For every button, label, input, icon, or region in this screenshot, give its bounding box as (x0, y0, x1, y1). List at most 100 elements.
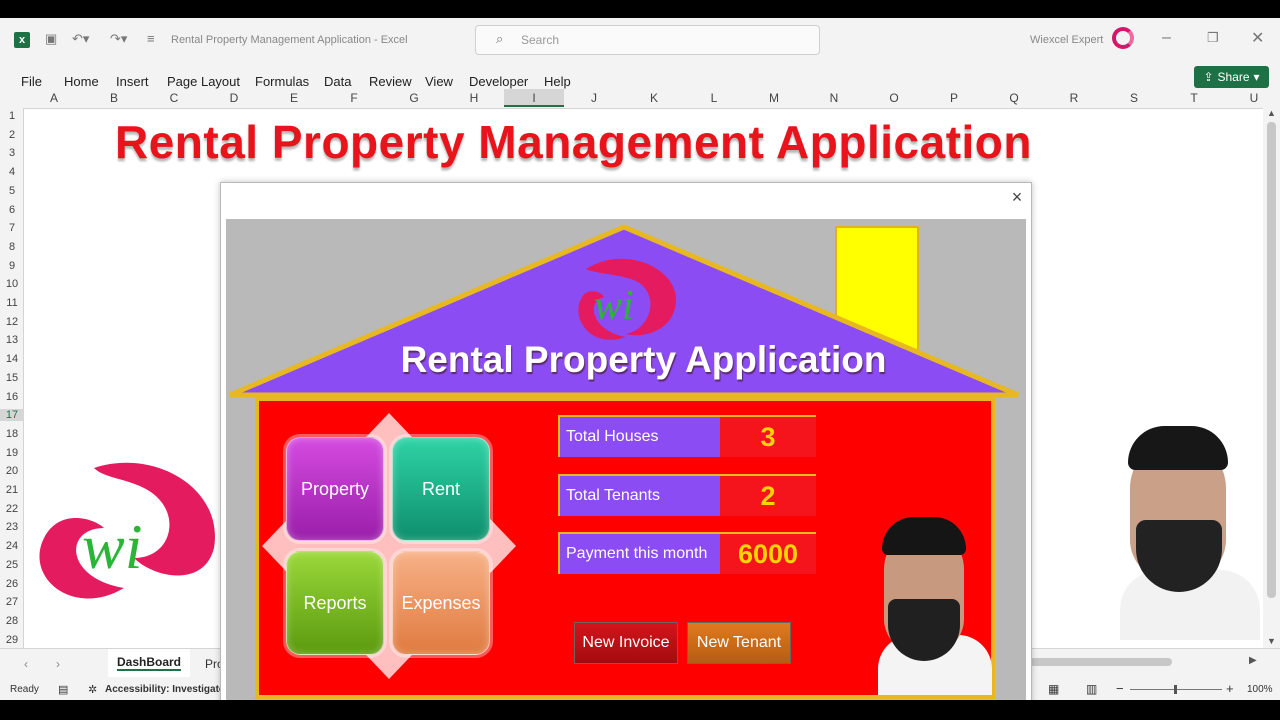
row-header[interactable]: 18 (0, 428, 24, 440)
rent-button[interactable]: Rent (392, 437, 490, 541)
column-header[interactable]: F (324, 91, 384, 105)
column-header[interactable]: H (444, 91, 504, 105)
column-header[interactable]: I (504, 89, 564, 107)
row-header[interactable]: 19 (0, 447, 24, 459)
row-header[interactable]: 26 (0, 578, 24, 590)
reports-button[interactable]: Reports (286, 551, 384, 655)
column-header[interactable]: P (924, 91, 984, 105)
expenses-button[interactable]: Expenses (392, 551, 490, 655)
tab-insert[interactable]: Insert (116, 74, 149, 89)
row-header[interactable]: 17 (0, 409, 24, 422)
prev-sheet-icon[interactable]: ‹ (24, 657, 28, 671)
next-sheet-icon[interactable]: › (56, 657, 60, 671)
column-header[interactable]: J (564, 91, 624, 105)
tab-review[interactable]: Review (369, 74, 412, 89)
tab-page-layout[interactable]: Page Layout (167, 74, 240, 89)
avatar[interactable] (1112, 27, 1134, 49)
row-header[interactable]: 8 (0, 241, 24, 253)
dialog-body: wi Rental Property Application Property … (226, 219, 1026, 700)
scroll-right-icon[interactable]: ▶ (1249, 655, 1257, 666)
row-header[interactable]: 2 (0, 129, 24, 141)
accessibility-icon: ✲ (88, 684, 98, 696)
row-header[interactable]: 16 (0, 391, 24, 403)
row-header[interactable]: 25 (0, 559, 24, 571)
restore-icon[interactable]: ❐ (1207, 30, 1219, 46)
share-icon: ⇪ (1203, 70, 1214, 84)
row-header[interactable]: 4 (0, 166, 24, 178)
tab-home[interactable]: Home (64, 74, 99, 89)
tab-file[interactable]: File (21, 74, 42, 89)
row-header[interactable]: 23 (0, 521, 24, 533)
column-header[interactable]: U (1224, 91, 1280, 105)
stat-label: Total Houses (560, 417, 720, 457)
row-header[interactable]: 22 (0, 503, 24, 515)
row-header[interactable]: 15 (0, 372, 24, 384)
tab-developer[interactable]: Developer (469, 74, 528, 89)
column-header[interactable]: O (864, 91, 924, 105)
tab-data[interactable]: Data (324, 74, 351, 89)
column-header[interactable]: Q (984, 91, 1044, 105)
column-header[interactable]: R (1044, 91, 1104, 105)
column-header[interactable]: E (264, 91, 324, 105)
row-header[interactable]: 12 (0, 316, 24, 328)
scroll-down-icon[interactable]: ▼ (1267, 636, 1276, 646)
new-tenant-button[interactable]: New Tenant (687, 622, 791, 664)
macro-icon[interactable]: ▤ (58, 683, 68, 696)
column-header[interactable]: T (1164, 91, 1224, 105)
column-header[interactable]: D (204, 91, 264, 105)
row-header[interactable]: 1 (0, 110, 24, 122)
zoom-in-icon[interactable]: + (1226, 681, 1234, 696)
redo-icon[interactable]: ↷▾ (110, 31, 127, 47)
close-window-icon[interactable]: ✕ (1251, 28, 1264, 48)
row-header[interactable]: 28 (0, 615, 24, 627)
column-header[interactable]: K (624, 91, 684, 105)
minimize-icon[interactable]: – (1162, 29, 1171, 47)
page-break-view-icon[interactable]: ▥ (1086, 682, 1097, 696)
column-header[interactable]: M (744, 91, 804, 105)
new-invoice-button[interactable]: New Invoice (574, 622, 678, 664)
stat-value: 2 (720, 476, 816, 516)
column-header[interactable]: S (1104, 91, 1164, 105)
stat-label: Total Tenants (560, 476, 720, 516)
tab-help[interactable]: Help (544, 74, 571, 89)
row-header[interactable]: 5 (0, 185, 24, 197)
row-header[interactable]: 7 (0, 222, 24, 234)
row-header[interactable]: 6 (0, 204, 24, 216)
undo-icon[interactable]: ↶▾ (72, 31, 89, 47)
close-icon[interactable]: × (1007, 187, 1027, 207)
row-header[interactable]: 9 (0, 260, 24, 272)
row-header[interactable]: 29 (0, 634, 24, 646)
sheet-tab-dashboard[interactable]: DashBoard (108, 649, 190, 677)
horizontal-scrollbar[interactable] (1030, 658, 1172, 666)
column-header[interactable]: A (24, 91, 84, 105)
column-header[interactable]: C (144, 91, 204, 105)
tab-formulas[interactable]: Formulas (255, 74, 309, 89)
row-header[interactable]: 13 (0, 334, 24, 346)
row-header[interactable]: 24 (0, 540, 24, 552)
column-header[interactable]: B (84, 91, 144, 105)
share-button[interactable]: ⇪ Share ▾ (1194, 66, 1269, 88)
accessibility-status[interactable]: Accessibility: Investigate (105, 684, 225, 695)
property-button[interactable]: Property (286, 437, 384, 541)
column-header[interactable]: L (684, 91, 744, 105)
scroll-up-icon[interactable]: ▲ (1267, 108, 1276, 118)
row-header[interactable]: 20 (0, 465, 24, 477)
row-header[interactable]: 10 (0, 278, 24, 290)
save-icon[interactable]: ▣ (45, 31, 57, 47)
row-header[interactable]: 27 (0, 596, 24, 608)
page-layout-view-icon[interactable]: ▦ (1048, 682, 1059, 696)
scroll-thumb[interactable] (1267, 122, 1276, 598)
row-header[interactable]: 14 (0, 353, 24, 365)
column-header[interactable]: N (804, 91, 864, 105)
zoom-out-icon[interactable]: − (1116, 681, 1124, 696)
column-header[interactable]: G (384, 91, 444, 105)
search-box[interactable]: ⌕ Search (475, 25, 820, 55)
tab-view[interactable]: View (425, 74, 453, 89)
row-header[interactable]: 11 (0, 297, 24, 309)
vertical-scrollbar[interactable]: ▲ ▼ (1263, 108, 1280, 650)
row-header[interactable]: 21 (0, 484, 24, 496)
zoom-slider[interactable] (1130, 685, 1222, 694)
row-header[interactable]: 3 (0, 147, 24, 159)
sheet-title: Rental Property Management Application (115, 116, 1032, 168)
customize-icon[interactable]: ≡ (147, 31, 155, 46)
